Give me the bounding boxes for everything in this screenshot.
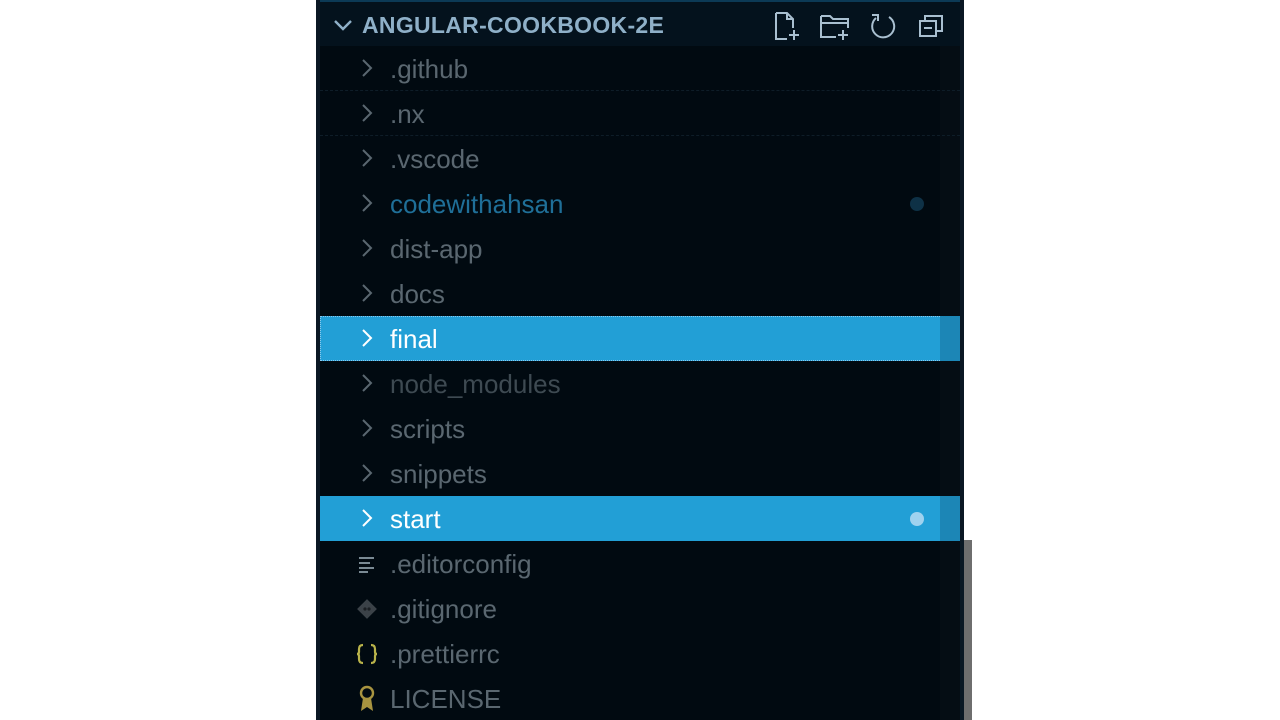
lines-icon: [354, 550, 380, 577]
tree-item-editorconfig[interactable]: .editorconfig: [320, 541, 960, 586]
tree-item-label: docs: [390, 279, 445, 309]
modified-dot-icon: [910, 512, 924, 526]
tree-item-nx[interactable]: .nx: [320, 91, 960, 136]
tree-item-label: .vscode: [390, 144, 480, 174]
tree-item-prettierrc[interactable]: .prettierrc: [320, 631, 960, 676]
tree-item-label: .nx: [390, 99, 425, 129]
license-icon: [354, 685, 380, 712]
braces-icon: [354, 640, 380, 667]
chevron-right-icon: [362, 464, 373, 482]
chevron-right-icon: [362, 419, 373, 437]
tree-item-start[interactable]: start: [320, 496, 960, 541]
scrollbar-thumb-segment: [940, 496, 960, 541]
tree-item-label: .github: [390, 54, 469, 84]
tree-item-codewithahsan[interactable]: codewithahsan: [320, 181, 960, 226]
tree-item-docs[interactable]: docs: [320, 271, 960, 316]
chevron-right-icon: [362, 194, 373, 212]
chevron-right-icon: [362, 374, 373, 392]
tree-item-scripts[interactable]: scripts: [320, 406, 960, 451]
tree-item-label: node_modules: [390, 369, 561, 399]
refresh-icon: [871, 14, 896, 39]
new-folder-icon: [820, 15, 849, 40]
tree-item-gitignore[interactable]: .gitignore: [320, 586, 960, 631]
explorer-header[interactable]: ANGULAR-COOKBOOK-2E: [320, 0, 960, 46]
tree-item-node-modules[interactable]: node_modules: [320, 361, 960, 406]
tree-item-label: start: [390, 504, 441, 534]
tree-item-snippets[interactable]: snippets: [320, 451, 960, 496]
tree-item-dist-app[interactable]: dist-app: [320, 226, 960, 271]
tree-item-label: codewithahsan: [390, 189, 564, 219]
chevron-right-icon: [362, 284, 373, 302]
explorer-panel: ANGULAR-COOKBOOK-2E .github .nx .vscode …: [316, 0, 964, 720]
chevron-right-icon: [362, 509, 373, 527]
chevron-right-icon: [362, 239, 373, 257]
chevron-right-icon: [362, 59, 373, 77]
tree-item-label: final: [390, 324, 438, 354]
refresh-button[interactable]: [866, 9, 900, 43]
tree-item-label: LICENSE: [390, 684, 502, 714]
window-scrollbar[interactable]: [964, 540, 972, 720]
tree-item-final[interactable]: final: [320, 316, 960, 361]
tree-item-vscode[interactable]: .vscode: [320, 136, 960, 181]
tree-item-label: .editorconfig: [390, 549, 532, 579]
modified-dot-icon: [910, 197, 924, 211]
tree-item-label: dist-app: [390, 234, 483, 264]
tree-item-label: snippets: [390, 459, 487, 489]
new-folder-button[interactable]: [818, 9, 852, 43]
new-file-icon: [775, 12, 799, 40]
tree-item-github[interactable]: .github: [320, 46, 960, 91]
chevron-down-icon[interactable]: [330, 12, 356, 38]
git-icon: [354, 595, 380, 622]
tree-item-label: .gitignore: [390, 594, 497, 624]
collapse-all-icon: [919, 15, 943, 37]
tree-item-license[interactable]: LICENSE: [320, 676, 960, 720]
workspace-title: ANGULAR-COOKBOOK-2E: [362, 12, 665, 38]
chevron-right-icon: [362, 104, 373, 122]
tree-item-label: .prettierrc: [390, 639, 500, 669]
chevron-right-icon: [362, 329, 373, 347]
chevron-right-icon: [362, 149, 373, 167]
new-file-button[interactable]: [770, 9, 804, 43]
scrollbar-thumb-segment: [940, 316, 960, 361]
collapse-all-button[interactable]: [914, 9, 948, 43]
tree-item-label: scripts: [390, 414, 466, 444]
file-tree: .github .nx .vscode codewithahsan dist-a…: [320, 46, 960, 720]
